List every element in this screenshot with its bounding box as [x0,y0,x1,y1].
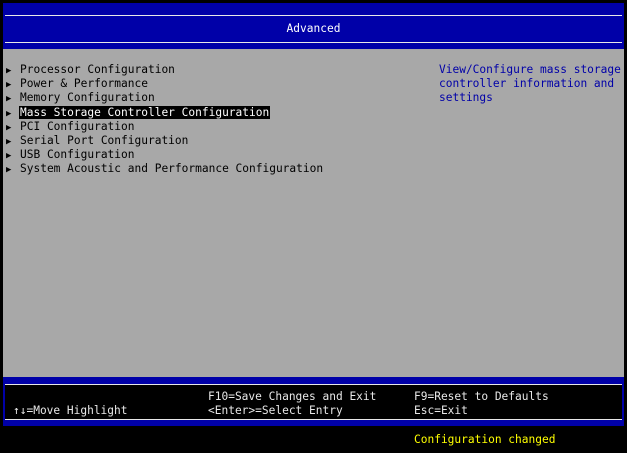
help-line: View/Configure mass storage [439,63,621,76]
menu-item-processor-configuration[interactable]: ▶ Processor Configuration [6,63,324,77]
key-move-highlight: ↑↓=Move Highlight [13,404,128,417]
footer-bar: ↑↓=Move Highlight F10=Save Changes and E… [3,377,624,426]
menu-item-label: Mass Storage Controller Configuration [19,105,271,119]
header-bar: Advanced [3,3,624,49]
menu-item-pci-configuration[interactable]: ▶ PCI Configuration [6,120,324,134]
status-message: Configuration changed [414,433,556,446]
main-panel: ▶ Processor Configuration ▶ Power & Perfor… [3,49,624,377]
triangle-right-icon: ▶ [6,165,12,176]
help-text: View/Configure mass storage controller i… [439,63,621,106]
menu-item-label: PCI Configuration [20,119,135,133]
menu-list: ▶ Processor Configuration ▶ Power & Perfor… [6,63,324,177]
menu-item-label: Power & Performance [20,77,148,91]
menu-item-mass-storage-controller-configuration[interactable]: ▶ Mass Storage Controller Configuration [6,105,324,120]
triangle-right-icon: ▶ [6,80,12,91]
menu-item-power-performance[interactable]: ▶ Power & Performance [6,77,324,91]
menu-item-label: Memory Configuration [20,91,155,105]
triangle-right-icon: ▶ [6,151,12,162]
key-reset-defaults: F9=Reset to Defaults [414,390,549,403]
page-title: Advanced [286,22,341,35]
menu-item-memory-configuration[interactable]: ▶ Memory Configuration [6,91,324,105]
triangle-right-icon: ▶ [6,94,12,105]
triangle-right-icon: ▶ [6,122,12,133]
key-legend: ↑↓=Move Highlight F10=Save Changes and E… [5,384,622,420]
key-select-entry: <Enter>=Select Entry [208,404,343,417]
menu-item-label: System Acoustic and Performance Configur… [20,162,324,176]
help-line: controller information and [439,77,615,91]
key-exit: Esc=Exit [414,404,468,417]
menu-item-usb-configuration[interactable]: ▶ USB Configuration [6,148,324,162]
menu-item-label: USB Configuration [20,148,135,162]
key-save-exit: F10=Save Changes and Exit [208,390,377,403]
menu-item-label: Processor Configuration [20,63,175,76]
triangle-right-icon: ▶ [6,108,12,119]
help-line: settings [439,91,493,105]
header-frame: Advanced [5,15,622,43]
menu-item-system-acoustic-performance-configuration[interactable]: ▶ System Acoustic and Performance Configu… [6,162,324,176]
triangle-right-icon: ▶ [6,136,12,147]
triangle-right-icon: ▶ [6,66,12,76]
menu-item-serial-port-configuration[interactable]: ▶ Serial Port Configuration [6,134,324,148]
menu-item-label: Serial Port Configuration [20,133,189,147]
